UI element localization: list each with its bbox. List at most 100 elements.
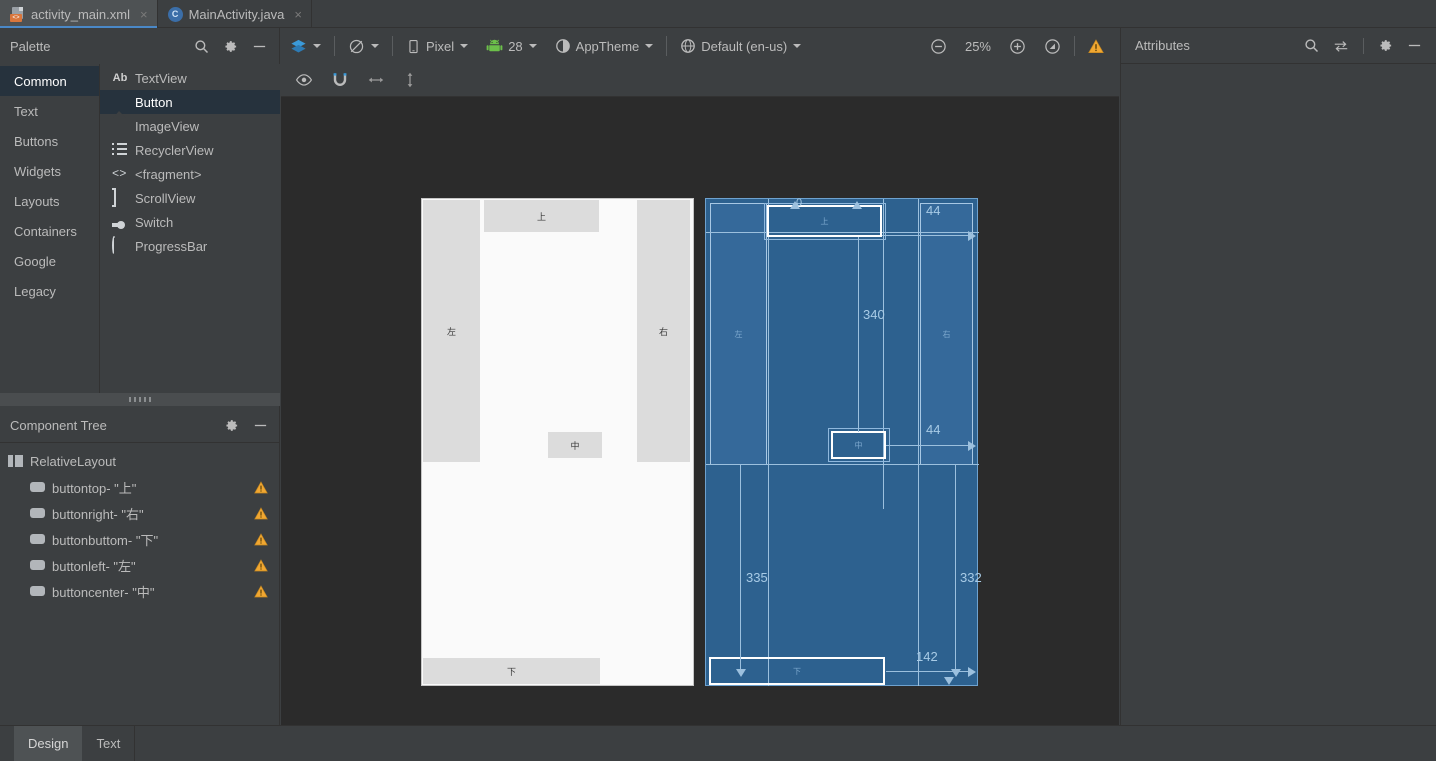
warning-icon[interactable] <box>254 532 268 546</box>
zoom-fit-button[interactable] <box>1035 33 1070 59</box>
left-tool-column: Palette Common Text Buttons Widgets Layo… <box>0 28 280 725</box>
android-studio-layout-editor: <> activity_main.xml × C MainActivity.ja… <box>0 0 1436 761</box>
zoom-level-label: 25% <box>964 38 991 54</box>
minimize-icon[interactable] <box>252 39 267 54</box>
palette-item-switch[interactable]: Switch <box>100 210 280 234</box>
palette-item-button[interactable]: Button <box>100 90 280 114</box>
warning-icon[interactable] <box>254 480 268 494</box>
minimize-icon[interactable] <box>1407 38 1422 53</box>
palette-category-common[interactable]: Common <box>0 66 99 96</box>
device-selector[interactable]: Pixel <box>397 33 477 59</box>
editor-tab-activity-main-xml[interactable]: <> activity_main.xml × <box>0 0 158 28</box>
panel-splitter-handle[interactable] <box>0 393 280 406</box>
minimize-icon[interactable] <box>253 418 268 433</box>
chevron-down-icon <box>645 44 654 48</box>
zoom-out-button[interactable] <box>921 33 956 59</box>
gear-icon[interactable] <box>1378 38 1393 53</box>
tab-text[interactable]: Text <box>82 726 134 761</box>
android-api-icon <box>486 39 503 54</box>
tab-design[interactable]: Design <box>14 726 83 761</box>
blueprint-render[interactable]: 左 右 上 中 下 0 44 340 44 335 332 142 <box>705 197 982 686</box>
magnet-autoconnect-icon[interactable] <box>331 71 349 89</box>
theme-selector[interactable]: AppTheme <box>546 33 663 59</box>
palette-category-list: Common Text Buttons Widgets Layouts Cont… <box>0 64 100 393</box>
vertical-expand-icon[interactable] <box>403 71 417 89</box>
gear-icon[interactable] <box>223 39 238 54</box>
button-icon <box>30 560 45 570</box>
tree-row-buttonleft[interactable]: buttonleft- "左" <box>0 552 280 578</box>
attributes-panel: Attributes <box>1120 28 1436 725</box>
issues-warning-button[interactable] <box>1079 33 1113 59</box>
warning-icon[interactable] <box>254 558 268 572</box>
attributes-header: Attributes <box>1121 28 1436 64</box>
blueprint-arrow-up <box>852 201 862 209</box>
palette-item-list: Ab TextView Button ImageView RecyclerVie… <box>100 64 280 393</box>
warning-icon[interactable] <box>254 506 268 520</box>
zoom-fit-icon <box>1044 38 1061 55</box>
tree-row-relativelayout[interactable]: RelativeLayout <box>0 448 280 474</box>
blueprint-dim-top-gap: 0 <box>796 197 803 209</box>
palette-item-textview[interactable]: Ab TextView <box>100 66 280 90</box>
palette-category-widgets[interactable]: Widgets <box>0 156 99 186</box>
search-icon[interactable] <box>1304 38 1319 53</box>
palette-category-containers[interactable]: Containers <box>0 216 99 246</box>
blueprint-dim-center-vertical: 340 <box>863 307 885 322</box>
api-level-selector[interactable]: 28 <box>477 33 545 59</box>
editor-tab-label: activity_main.xml <box>31 6 130 22</box>
blueprint-guide-line <box>918 199 919 686</box>
preview-button-buttonbuttom[interactable]: 下 <box>423 658 600 684</box>
palette-item-progressbar[interactable]: ProgressBar <box>100 234 280 258</box>
java-class-icon: C <box>167 6 183 22</box>
palette-category-buttons[interactable]: Buttons <box>0 126 99 156</box>
blueprint-arrow-right <box>968 441 976 451</box>
fragment-icon: <> <box>112 167 127 181</box>
palette-item-fragment[interactable]: <> <fragment> <box>100 162 280 186</box>
sort-toggle-icon[interactable] <box>1333 39 1349 53</box>
orientation-selector[interactable] <box>339 33 388 59</box>
palette-category-google[interactable]: Google <box>0 246 99 276</box>
palette-category-legacy[interactable]: Legacy <box>0 276 99 306</box>
design-mode-selector[interactable] <box>281 33 330 59</box>
palette-header: Palette <box>0 28 279 64</box>
blueprint-guide-line <box>883 199 884 509</box>
switch-icon <box>112 217 128 233</box>
palette-category-layouts[interactable]: Layouts <box>0 186 99 216</box>
theme-label: AppTheme <box>575 38 640 54</box>
blueprint-arrow-down <box>944 677 954 685</box>
blueprint-button-buttonleft[interactable]: 左 <box>710 203 767 465</box>
tree-row-buttontop[interactable]: buttontop- "上" <box>0 474 280 500</box>
blueprint-arrow-down <box>736 669 746 677</box>
search-icon[interactable] <box>194 39 209 54</box>
tree-row-buttoncenter[interactable]: buttoncenter- "中" <box>0 578 280 604</box>
tree-row-buttonright[interactable]: buttonright- "右" <box>0 500 280 526</box>
preview-button-buttontop[interactable]: 上 <box>484 200 599 232</box>
blueprint-guide-line <box>706 464 979 465</box>
blueprint-button-buttoncenter[interactable]: 中 <box>831 431 886 459</box>
blueprint-dim-line <box>740 465 741 671</box>
design-preview-render[interactable]: 左 上 右 中 下 <box>421 198 694 686</box>
editor-tab-label: MainActivity.java <box>188 6 285 22</box>
palette-category-text[interactable]: Text <box>0 96 99 126</box>
blueprint-dim-right-bottom: 44 <box>926 422 941 437</box>
locale-selector[interactable]: Default (en-us) <box>671 33 810 59</box>
tree-row-buttonbuttom[interactable]: buttonbuttom- "下" <box>0 526 280 552</box>
zoom-in-button[interactable] <box>1000 33 1035 59</box>
palette-item-imageview[interactable]: ImageView <box>100 114 280 138</box>
palette-item-recyclerview[interactable]: RecyclerView <box>100 138 280 162</box>
warning-icon[interactable] <box>254 584 268 598</box>
design-surface[interactable]: 左 上 右 中 下 左 右 上 中 下 0 44 340 44 335 332 … <box>281 97 1119 725</box>
preview-button-buttoncenter[interactable]: 中 <box>548 432 602 458</box>
horizontal-expand-icon[interactable] <box>367 73 385 87</box>
design-mode-icon <box>290 38 307 55</box>
close-icon[interactable]: × <box>294 7 302 22</box>
close-icon[interactable]: × <box>140 7 148 22</box>
blueprint-dim-bottom-right: 332 <box>960 570 982 585</box>
preview-button-buttonleft[interactable]: 左 <box>423 200 480 462</box>
palette-item-scrollview[interactable]: ScrollView <box>100 186 280 210</box>
editor-tab-mainactivity-java[interactable]: C MainActivity.java × <box>158 0 312 28</box>
imageview-icon <box>112 118 128 134</box>
preview-button-buttonright[interactable]: 右 <box>637 200 690 462</box>
gear-icon[interactable] <box>224 418 239 433</box>
visibility-eye-icon[interactable] <box>295 73 313 87</box>
blueprint-button-buttontop[interactable]: 上 <box>767 205 882 237</box>
